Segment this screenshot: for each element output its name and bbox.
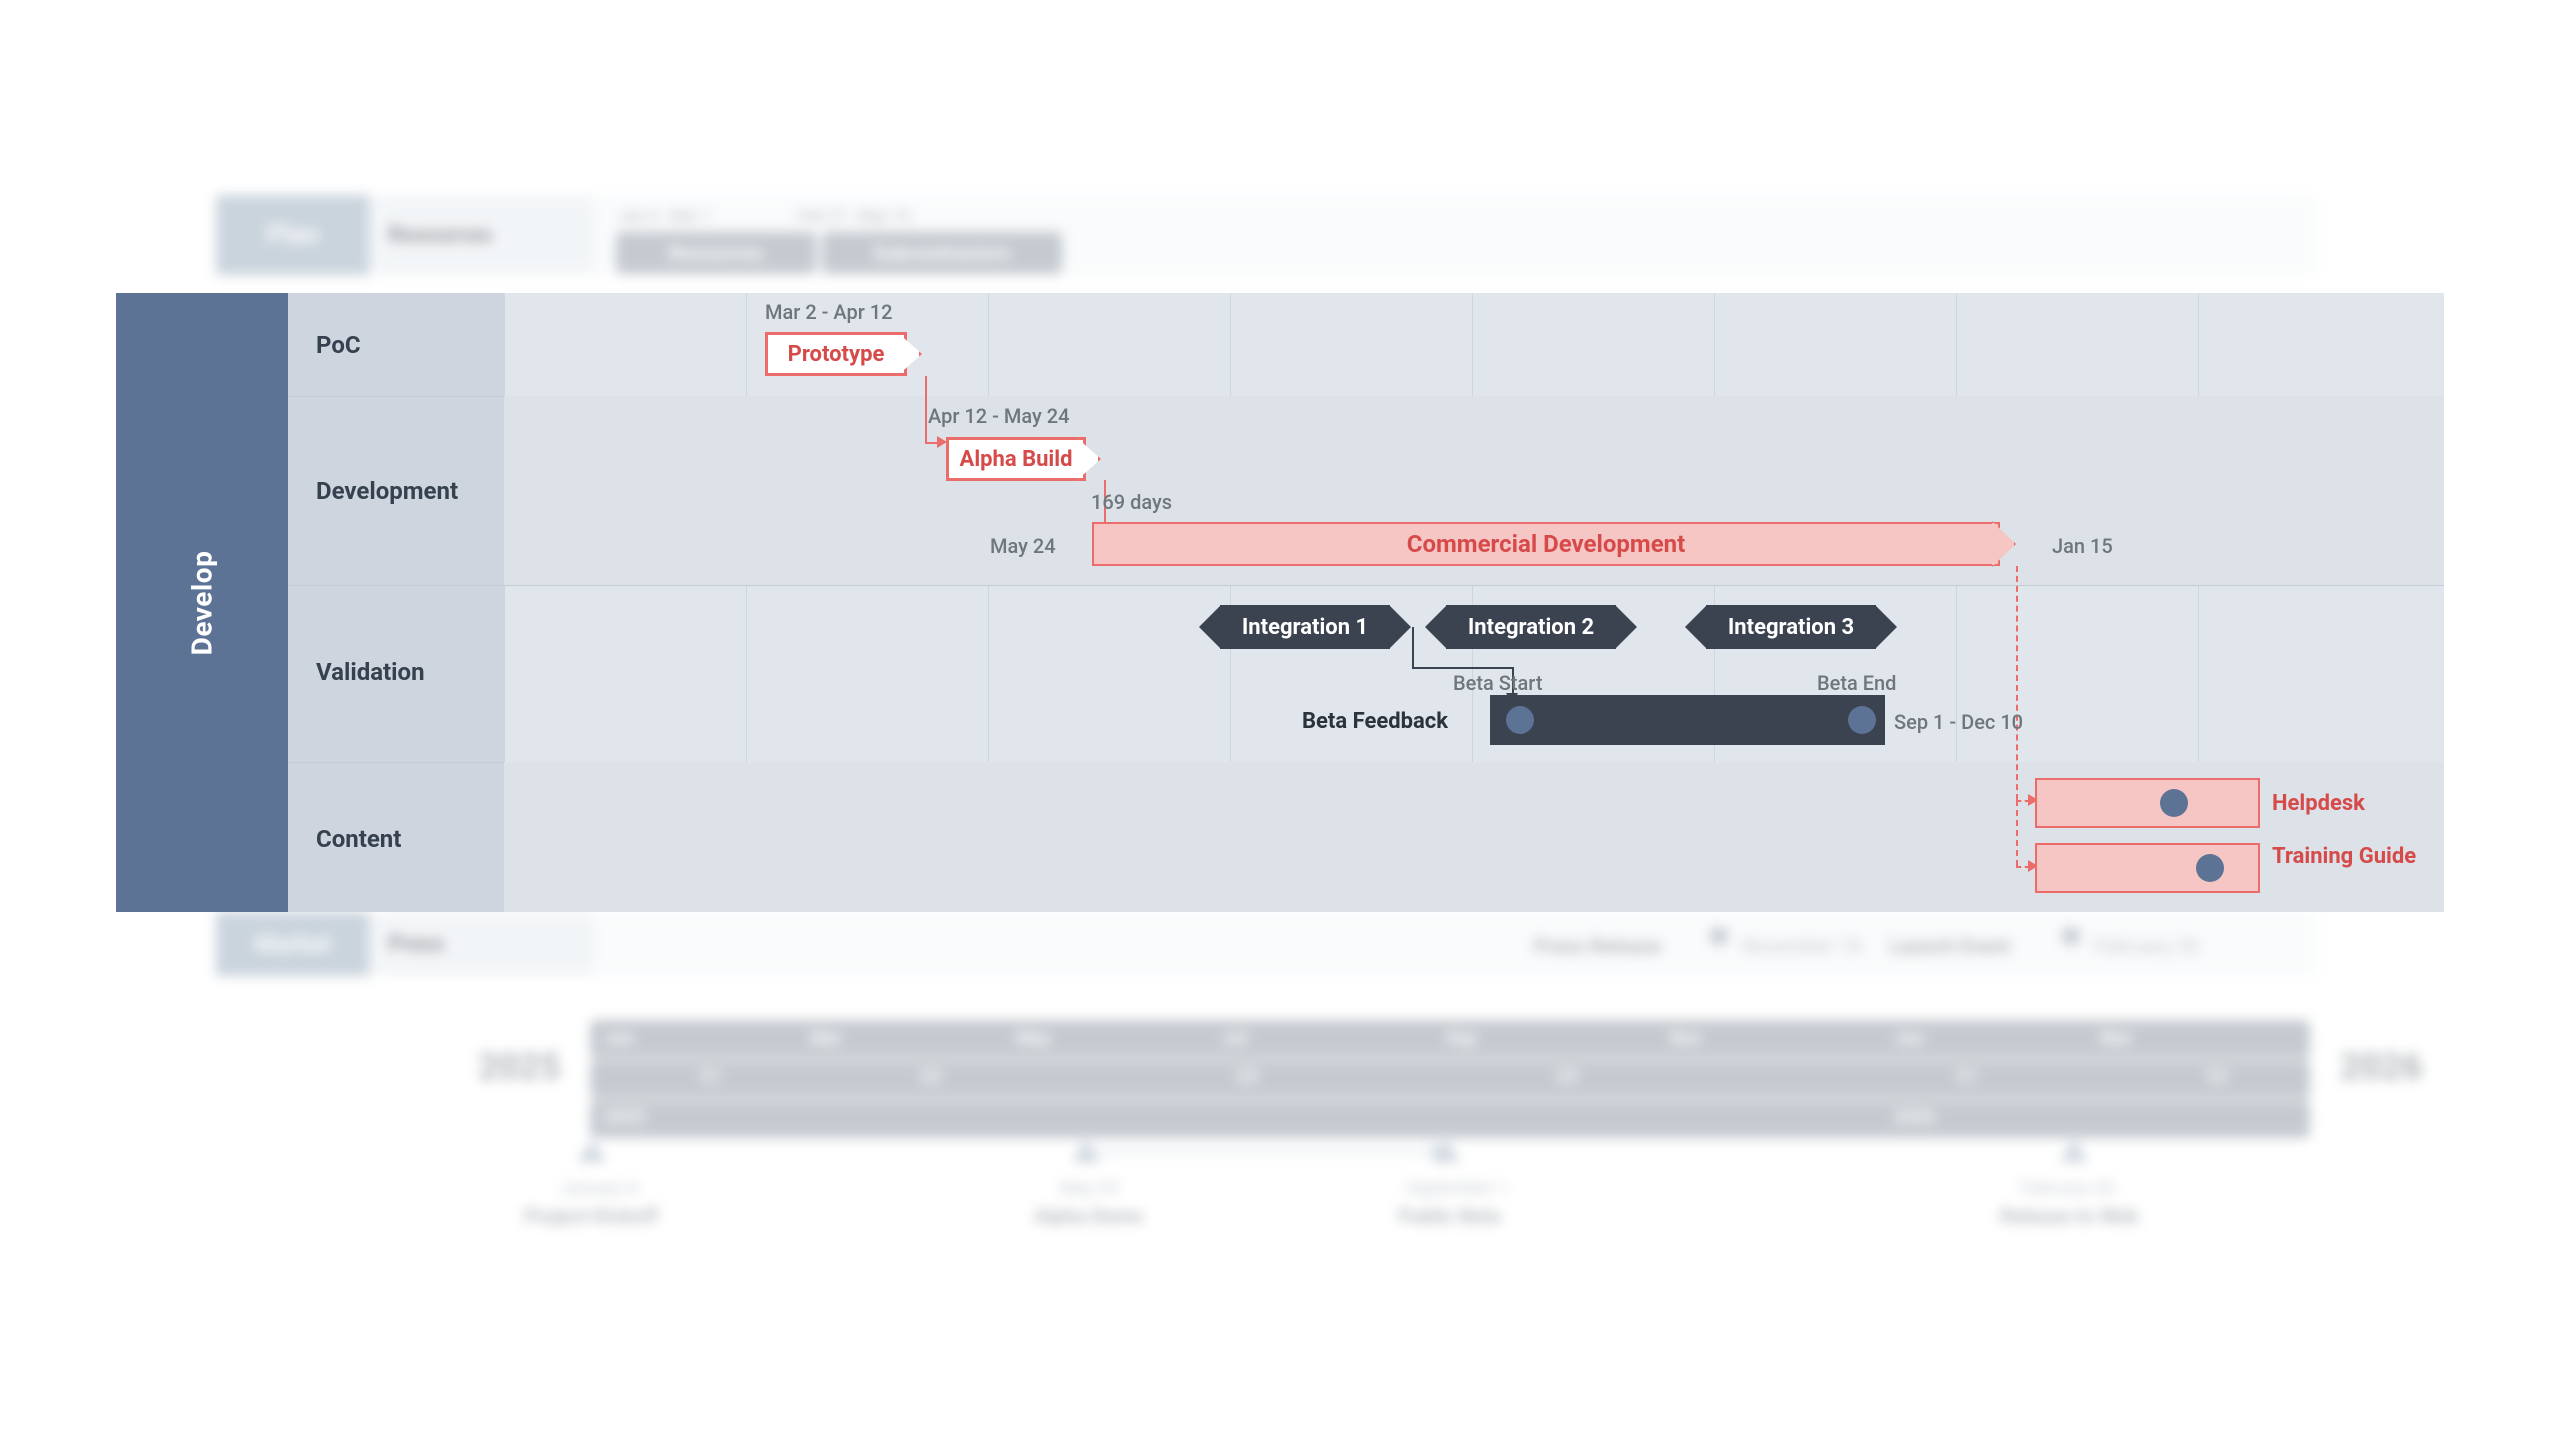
- commercial-start: May 24: [990, 534, 1056, 558]
- phase-develop-label: Develop: [186, 550, 219, 655]
- row-validation: Validation: [316, 647, 425, 697]
- training-marker: [2196, 854, 2224, 882]
- helpdesk-marker: [2160, 789, 2188, 817]
- row-content: Content: [316, 814, 401, 864]
- prototype-dates: Mar 2 - Apr 12: [765, 300, 893, 324]
- beta-end-label: Beta End: [1817, 671, 1896, 695]
- task-integration-3[interactable]: Integration 3: [1706, 605, 1876, 649]
- beta-start-marker: [1506, 706, 1534, 734]
- alpha-dates: Apr 12 - May 24: [928, 404, 1069, 428]
- training-label: Training Guide: [2272, 844, 2416, 869]
- task-commercial[interactable]: Commercial Development: [1092, 522, 2000, 566]
- commercial-duration: 169 days: [1091, 490, 1172, 514]
- beta-start-label: Beta Start: [1453, 671, 1543, 695]
- phase-develop[interactable]: Develop: [116, 293, 288, 912]
- task-alpha[interactable]: Alpha Build: [946, 437, 1086, 481]
- task-integration-2[interactable]: Integration 2: [1446, 605, 1616, 649]
- commercial-end: Jan 15: [2052, 534, 2113, 558]
- beta-range: Sep 1 - Dec 10: [1894, 710, 2023, 734]
- helpdesk-label: Helpdesk: [2272, 791, 2365, 816]
- beta-end-marker: [1848, 706, 1876, 734]
- task-training[interactable]: [2035, 843, 2260, 893]
- beta-feedback-label: Beta Feedback: [1302, 709, 1448, 734]
- task-integration-1[interactable]: Integration 1: [1220, 605, 1390, 649]
- task-prototype[interactable]: Prototype: [765, 332, 907, 376]
- task-helpdesk[interactable]: [2035, 778, 2260, 828]
- task-beta-feedback[interactable]: [1490, 695, 1885, 745]
- row-development: Development: [316, 466, 458, 516]
- row-poc: PoC: [316, 320, 361, 370]
